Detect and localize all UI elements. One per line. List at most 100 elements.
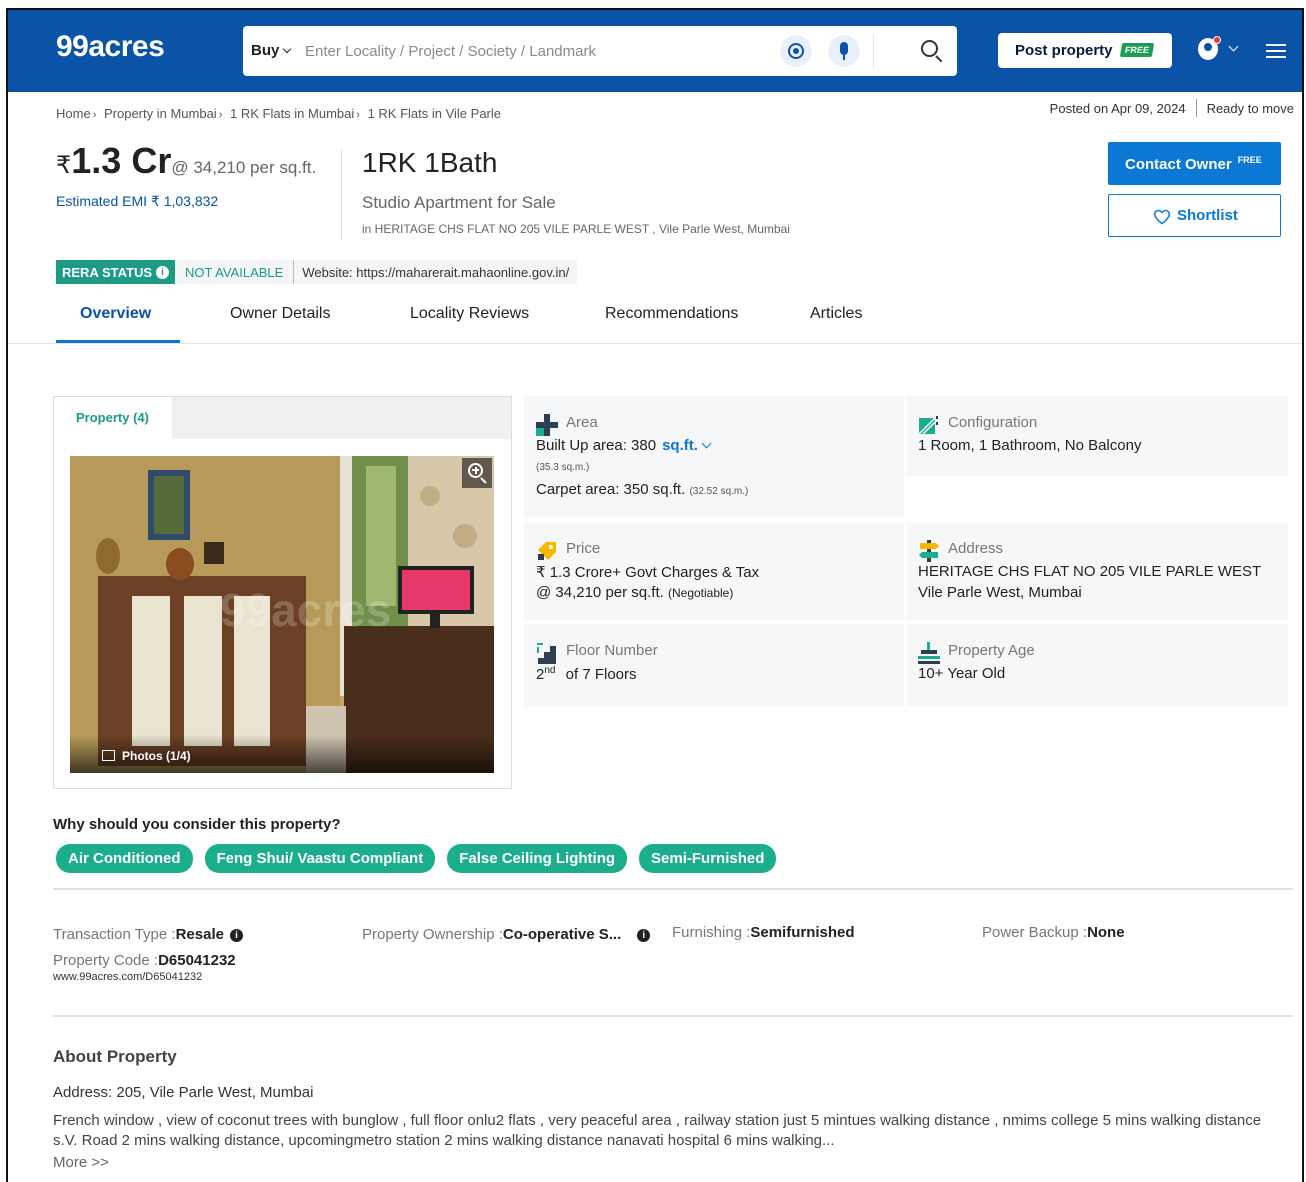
active-tab-indicator xyxy=(56,340,180,343)
header-divider xyxy=(341,150,342,240)
price-block: ₹1.3 Cr@ 34,210 per sq.ft. xyxy=(56,140,316,182)
attr-key: Property Ownership : xyxy=(362,926,503,943)
locate-me-button[interactable] xyxy=(780,35,812,67)
currency-symbol: ₹ xyxy=(56,152,72,179)
price-value: 1.3 Cr xyxy=(71,140,172,181)
info-icon[interactable]: i xyxy=(637,929,651,942)
breadcrumb-item[interactable]: 1 RK Flats in Vile Parle xyxy=(368,106,501,121)
rera-badge: RERA STATUS i xyxy=(56,260,176,284)
heart-icon xyxy=(1153,209,1171,225)
estimated-emi-link[interactable]: Estimated EMI ₹ 1,03,832 xyxy=(56,193,218,210)
built-up-sqm: (35.3 sq.m.) xyxy=(536,462,590,473)
posted-date: Posted on Apr 09, 2024 xyxy=(1049,101,1186,116)
attr-value: D65041232 xyxy=(158,952,236,969)
possession-status: Ready to move xyxy=(1206,101,1294,116)
chevron-down-icon xyxy=(701,438,712,449)
rera-website[interactable]: Website: https://maharerait.mahaonline.g… xyxy=(293,260,578,284)
zoom-plus-v xyxy=(474,466,477,474)
attr-key: Property Code : xyxy=(53,952,159,969)
chevron-down-icon xyxy=(283,44,292,54)
shortlist-button[interactable]: Shortlist xyxy=(1108,194,1281,237)
buy-dropdown[interactable]: Buy xyxy=(251,42,292,59)
carpet-value: Carpet area: 350 sq.ft. xyxy=(536,481,686,498)
price-label: Price xyxy=(566,540,601,557)
search-divider xyxy=(873,34,874,68)
user-account-icon[interactable] xyxy=(1196,36,1222,64)
floor-stairs-icon xyxy=(537,643,556,664)
attr-value: Semifurnished xyxy=(750,924,855,941)
search-input[interactable] xyxy=(305,38,755,64)
photo-gallery: Property (4) 99acres Photos (1/4) xyxy=(53,396,512,789)
feature-chip: Feng Shui/ Vaastu Compliant xyxy=(204,844,436,873)
page-frame: 99acres Buy Post propertyFREE Home › Prop… xyxy=(6,8,1304,1182)
price-cell: Price ₹ 1.3 Crore+ Govt Charges & Tax @ … xyxy=(524,522,904,620)
chevron-down-icon[interactable] xyxy=(1228,41,1239,52)
search-bar: Buy xyxy=(243,26,957,76)
attr-value: Resale xyxy=(175,926,224,943)
unit-label: sq.ft. xyxy=(662,437,698,454)
feature-chips: Air Conditioned Feng Shui/ Vaastu Compli… xyxy=(56,844,777,873)
hamburger-menu-icon[interactable] xyxy=(1266,44,1288,60)
photos-count-overlay[interactable]: Photos (1/4) xyxy=(70,735,494,773)
notification-dot xyxy=(1213,36,1221,44)
property-address: in HERITAGE CHS FLAT NO 205 VILE PARLE W… xyxy=(362,222,790,236)
area-cell: Area Built Up area: 380 sq.ft. (35.3 sq.m… xyxy=(524,396,904,518)
floor-cell: Floor Number 2nd of 7 Floors xyxy=(524,624,904,706)
attr-key: Furnishing : xyxy=(672,924,751,941)
price: ₹1.3 Cr xyxy=(56,140,171,181)
configuration-label: Configuration xyxy=(948,414,1038,431)
address-line-1: HERITAGE CHS FLAT NO 205 VILE PARLE WEST xyxy=(918,563,1262,580)
info-icon[interactable]: i xyxy=(156,265,170,279)
property-code: Property Code :D65041232 xyxy=(53,952,236,969)
contact-owner-button[interactable]: Contact Owner FREE xyxy=(1108,142,1281,185)
property-age-cell: Property Age 10+ Year Old xyxy=(906,624,1288,706)
total-floors: of 7 Floors xyxy=(565,666,637,683)
search-icon[interactable] xyxy=(919,38,945,64)
post-property-label: Post property xyxy=(1015,42,1113,59)
signpost-icon xyxy=(919,540,939,562)
tab-property-photos[interactable]: Property (4) xyxy=(54,397,172,441)
area-icon xyxy=(536,414,558,436)
power-backup: Power Backup :None xyxy=(982,924,1125,941)
voice-search-button[interactable] xyxy=(828,35,860,67)
property-photo[interactable]: 99acres Photos (1/4) xyxy=(70,456,494,773)
microphone-stem xyxy=(843,55,845,60)
tab-articles[interactable]: Articles xyxy=(810,305,862,323)
more-link[interactable]: More >> xyxy=(53,1154,109,1171)
tab-owner-details[interactable]: Owner Details xyxy=(230,305,330,323)
svg-text:99acres: 99acres xyxy=(220,584,391,636)
user-face xyxy=(1204,43,1212,51)
location-dot xyxy=(793,48,799,54)
tab-locality-reviews[interactable]: Locality Reviews xyxy=(410,305,529,323)
property-ownership: Property Ownership :Co-operative S... i xyxy=(362,926,651,943)
microphone-icon xyxy=(840,42,848,55)
info-icon[interactable]: i xyxy=(229,929,243,942)
section-divider xyxy=(53,1015,1293,1017)
configuration-cell: Configuration 1 Room, 1 Bathroom, No Bal… xyxy=(906,396,1288,476)
attr-key: Transaction Type : xyxy=(53,926,176,943)
section-tabs: Overview Owner Details Locality Reviews … xyxy=(8,296,1302,344)
address-cell: Address HERITAGE CHS FLAT NO 205 VILE PA… xyxy=(906,522,1288,620)
price-per-sqft-line: @ 34,210 per sq.ft. (Negotiable) xyxy=(536,584,733,601)
why-consider-heading: Why should you consider this property? xyxy=(53,816,341,833)
tab-recommendations[interactable]: Recommendations xyxy=(605,305,738,323)
image-icon xyxy=(102,750,115,761)
built-up-value: Built Up area: 380 xyxy=(536,437,657,454)
property-age-value: 10+ Year Old xyxy=(918,665,1006,682)
zoom-in-button[interactable] xyxy=(462,458,492,488)
tab-overview[interactable]: Overview xyxy=(80,305,151,323)
transaction-type: Transaction Type :Resale i xyxy=(53,926,243,943)
meta-divider xyxy=(1195,99,1197,117)
feature-chip: Air Conditioned xyxy=(56,844,193,873)
breadcrumb-item[interactable]: 1 RK Flats in Mumbai xyxy=(230,106,354,121)
property-url[interactable]: www.99acres.com/D65041232 xyxy=(53,971,202,983)
post-property-button[interactable]: Post property FREE xyxy=(998,33,1172,68)
area-unit-dropdown[interactable]: sq.ft. xyxy=(662,437,712,454)
breadcrumb-separator: › xyxy=(218,109,223,121)
breadcrumb-item[interactable]: Home xyxy=(56,106,91,121)
about-property-heading: About Property xyxy=(53,1047,177,1066)
breadcrumb-item[interactable]: Property in Mumbai xyxy=(104,106,217,121)
gallery-tab-bar: Property (4) xyxy=(54,397,511,441)
about-description: French window , view of coconut trees wi… xyxy=(53,1112,1262,1149)
site-logo[interactable]: 99acres xyxy=(56,30,165,64)
